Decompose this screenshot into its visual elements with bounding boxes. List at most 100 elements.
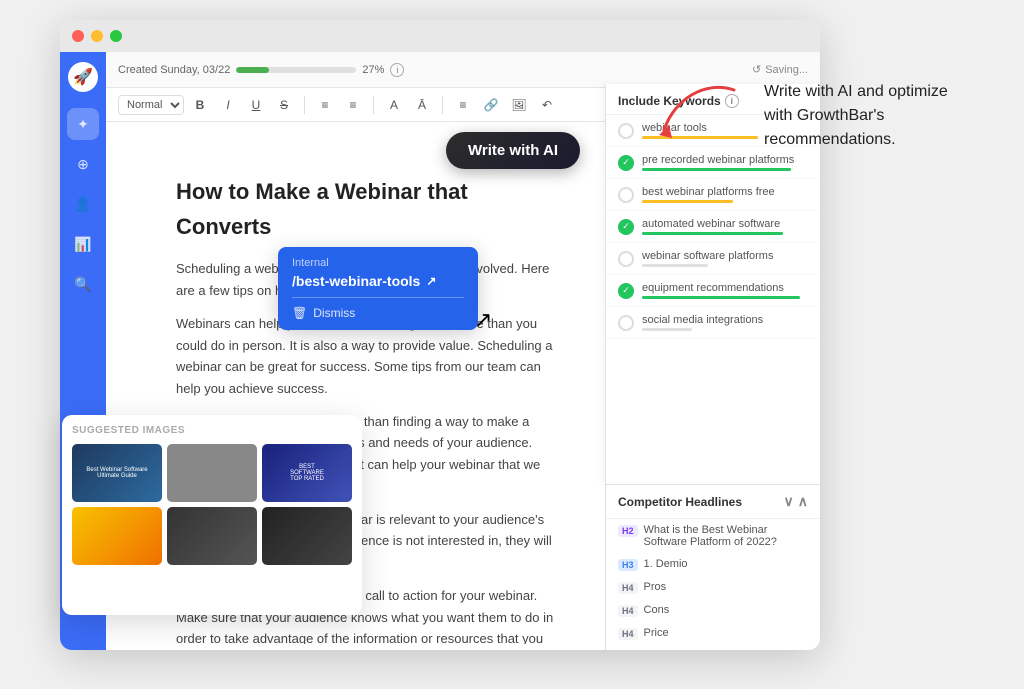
format-divider-2 [373,96,374,114]
highlight-button[interactable]: Ā [410,93,434,117]
keyword-item-7[interactable]: social media integrations [606,307,820,339]
image-thumb-2[interactable] [167,444,257,502]
editor-title: How to Make a Webinar that Converts [176,174,558,244]
sidebar-icon-edit[interactable]: ✦ [67,108,99,140]
kw-check-6[interactable]: ✓ [618,283,634,299]
dismiss-button[interactable]: 🗑 Dismiss [292,306,464,320]
image-thumb-5[interactable] [167,507,257,565]
kw-bar-3 [642,200,733,203]
red-arrow-svg [654,70,744,150]
comp-item-h4-pros-1: H4 Pros [606,576,820,599]
strikethrough-button[interactable]: S [272,93,296,117]
dismiss-label: Dismiss [313,306,355,320]
kw-check-4[interactable]: ✓ [618,219,634,235]
keyword-item-6[interactable]: ✓ equipment recommendations [606,275,820,307]
ul-button[interactable]: ≡ [313,93,337,117]
sidebar-icon-analytics[interactable]: 📊 [67,228,99,260]
annotation: Write with AI and optimize with GrowthBa… [764,80,964,152]
keyword-item-4[interactable]: ✓ automated webinar software [606,211,820,243]
kw-bar-wrap-7: social media integrations [642,314,808,331]
external-link-icon: ↗ [426,274,436,288]
images-grid: Best Webinar Software Ultimate Guide BES… [72,444,352,565]
sidebar-icon-search[interactable]: 🔍 [67,268,99,300]
created-label: Created Sunday, 03/22 [118,64,230,76]
style-select[interactable]: Normal H1 H2 [118,95,184,115]
comp-badge-h4-price-1: H4 [618,628,638,640]
kw-text-5: webinar software platforms [642,250,808,262]
sidebar-logo[interactable]: 🚀 [68,62,98,92]
trash-icon: 🗑 [292,306,307,320]
kw-bar-6 [642,296,800,299]
sidebar-icon-settings[interactable]: ⊕ [67,148,99,180]
kw-check-3[interactable] [618,187,634,203]
progress-info-icon[interactable]: i [390,63,404,77]
underline-button[interactable]: U [244,93,268,117]
internal-link[interactable]: /best-webinar-tools ↗ [292,273,464,289]
kw-text-3: best webinar platforms free [642,186,808,198]
italic-button[interactable]: I [216,93,240,117]
image-button[interactable]: 🖼 [507,93,531,117]
kw-text-6: equipment recommendations [642,282,808,294]
font-color-button[interactable]: A [382,93,406,117]
comp-badge-h2: H2 [618,525,638,537]
kw-check-5[interactable] [618,251,634,267]
comp-item-h4-cons-1: H4 Cons [606,599,820,622]
align-button[interactable]: ≡ [451,93,475,117]
kw-bar-4 [642,232,783,235]
kw-check-1[interactable] [618,123,634,139]
comp-text-h4-price-1: Price [644,627,669,639]
popup-divider [292,297,464,298]
comp-item-h3-1: H3 1. Demio [606,553,820,576]
undo-button[interactable]: ↶ [535,93,559,117]
sidebar-icon-user[interactable]: 👤 [67,188,99,220]
kw-check-2[interactable]: ✓ [618,155,634,171]
comp-item-h4-price-1: H4 Price [606,622,820,645]
kw-text-2: pre recorded webinar platforms [642,154,808,166]
saving-icon: ↺ [752,63,761,76]
progress-bar-fill [236,67,268,73]
annotation-text: Write with AI and optimize with GrowthBa… [764,80,964,152]
suggested-images-title: SUGGESTED IMAGES [72,425,352,436]
mouse-cursor: ↗ [474,307,492,333]
minimize-dot[interactable] [91,30,103,42]
image-thumb-3[interactable]: BESTSOFTWARETOP RATED [262,444,352,502]
write-ai-button[interactable]: Write with AI [446,132,580,169]
image-thumb-6[interactable] [262,507,352,565]
format-divider-1 [304,96,305,114]
comp-item-h3-2: H3 2. Webinarjam [606,645,820,650]
kw-bar-7 [642,328,692,331]
kw-check-7[interactable] [618,315,634,331]
close-dot[interactable] [72,30,84,42]
toolbar-left: Created Sunday, 03/22 27% i [118,63,744,77]
comp-text-h3-1: 1. Demio [644,558,688,570]
suggested-images-panel: SUGGESTED IMAGES Best Webinar Software U… [62,415,362,615]
progress-percent: 27% [362,64,384,76]
kw-text-7: social media integrations [642,314,808,326]
image-thumb-1[interactable]: Best Webinar Software Ultimate Guide [72,444,162,502]
competitor-title: Competitor Headlines [618,495,742,509]
competitor-controls: ∨ ∧ [784,493,809,510]
competitor-expand-btn[interactable]: ∧ [798,493,808,510]
kw-text-4: automated webinar software [642,218,808,230]
kw-bar-wrap-2: pre recorded webinar platforms [642,154,808,171]
kw-bar-wrap-4: automated webinar software [642,218,808,235]
competitor-panel: Competitor Headlines ∨ ∧ H2 What is the … [605,484,820,650]
maximize-dot[interactable] [110,30,122,42]
keyword-item-5[interactable]: webinar software platforms [606,243,820,275]
keyword-item-3[interactable]: best webinar platforms free [606,179,820,211]
comp-text-h2: What is the Best Webinar Software Platfo… [644,524,808,548]
comp-badge-h3-1: H3 [618,559,638,571]
comp-text-h4-pros-1: Pros [644,581,667,593]
kw-bar-2 [642,168,791,171]
competitor-header: Competitor Headlines ∨ ∧ [606,485,820,519]
kw-bar-5 [642,264,708,267]
bold-button[interactable]: B [188,93,212,117]
image-thumb-4[interactable] [72,507,162,565]
competitor-collapse-btn[interactable]: ∨ [784,493,794,510]
kw-bar-wrap-3: best webinar platforms free [642,186,808,203]
ol-button[interactable]: ≡ [341,93,365,117]
internal-link-popup: Internal /best-webinar-tools ↗ 🗑 Dismiss [278,247,478,330]
saving-indicator: ↺ Saving... [752,63,808,76]
comp-item-h2: H2 What is the Best Webinar Software Pla… [606,519,820,553]
link-button[interactable]: 🔗 [479,93,503,117]
